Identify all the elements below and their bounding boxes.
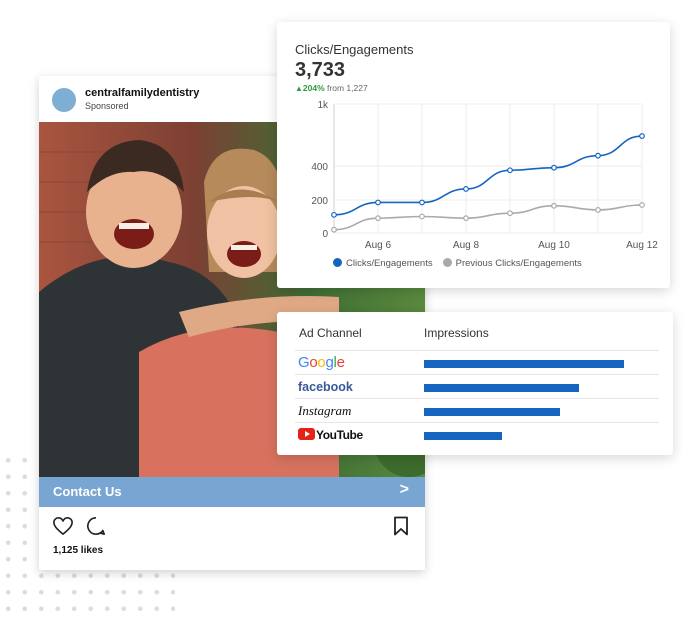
y-tick-label: 1k [317,100,329,111]
heart-icon[interactable] [52,516,74,536]
data-point [331,211,337,218]
contact-us-button[interactable]: Contact Us > [39,477,425,507]
data-point [639,133,645,139]
legend-label: Clicks/Engagements [346,258,433,269]
table-row: Google [295,350,659,375]
chevron-right-icon: > [399,481,409,498]
youtube-logo: YouTube [298,426,363,444]
legend-item[interactable]: Clicks/Engagements [333,258,433,269]
google-logo: Google [298,354,345,371]
y-tick-label: 0 [322,229,328,240]
legend-swatch [442,258,452,267]
x-tick-label: Aug 12 [626,240,658,251]
column-header-impressions: Impressions [424,326,489,340]
likes-count: 1,125 likes [53,545,104,556]
comment-icon[interactable] [86,516,106,536]
column-header-ad-channel: Ad Channel [299,326,362,340]
y-tick-label: 200 [311,196,328,207]
legend-swatch [333,258,342,267]
impressions-bar [424,384,580,392]
impressions-bar [424,408,561,416]
x-tick-label: Aug 8 [453,240,480,251]
line-chart: 0 200 400 1k Aug 6 Aug 8 Aug 10 Aug 12 [311,100,658,251]
impressions-bar [424,432,502,440]
impressions-bar [424,360,624,368]
data-point [375,199,381,206]
data-point [419,213,425,220]
clicks-chart-card: Clicks/Engagements 3,733 ▲204% from 1,22… [277,22,670,288]
data-point [639,202,645,208]
post-actions [39,514,425,540]
data-point [507,167,513,174]
table-row: YouTube [295,422,659,447]
legend-item[interactable]: Previous Clicks/Engagements [442,258,582,269]
table-row: facebook [295,374,659,399]
data-point [507,210,513,217]
data-point [595,152,601,159]
chart-legend: Clicks/Engagements Previous Clicks/Engage… [333,258,592,269]
youtube-play-icon [298,428,315,440]
table-row: Instagram [295,398,659,423]
ad-channel-table: Ad Channel Impressions Google facebook I… [277,312,673,455]
instagram-logo: Instagram [298,403,352,418]
data-point [463,215,469,222]
data-point [419,199,425,206]
data-point [331,226,337,233]
y-tick-label: 400 [311,162,328,173]
data-point [595,206,601,213]
data-point [463,186,469,192]
data-point [551,164,557,171]
legend-label: Previous Clicks/Engagements [455,258,582,269]
avatar[interactable] [52,88,76,112]
data-point [375,215,381,222]
facebook-logo: facebook [298,380,353,394]
sponsored-label: Sponsored [85,101,129,111]
contact-us-label: Contact Us [53,484,122,499]
x-tick-label: Aug 6 [365,240,392,251]
bookmark-icon[interactable] [393,516,409,536]
x-tick-label: Aug 10 [538,240,570,251]
account-name[interactable]: centralfamilydentistry [85,87,199,99]
data-point [551,202,557,209]
